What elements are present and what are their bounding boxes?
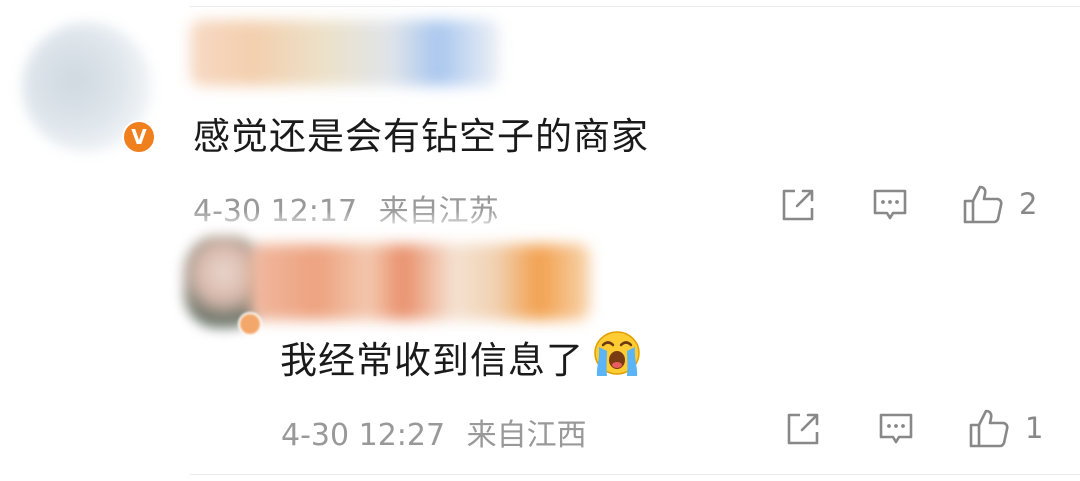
verified-badge: V xyxy=(122,120,156,154)
share-icon xyxy=(782,189,814,221)
comment-icon xyxy=(879,413,913,444)
comment-meta: 4-30 12:17 来自江苏 xyxy=(193,186,499,230)
like-button[interactable]: 2 xyxy=(961,182,1037,226)
comment-location: 来自江西 xyxy=(466,418,587,453)
comment-location: 来自江苏 xyxy=(378,194,499,229)
username[interactable] xyxy=(250,244,590,320)
share-button[interactable] xyxy=(778,183,818,227)
reply-button[interactable] xyxy=(870,183,910,227)
share-button[interactable] xyxy=(783,407,823,451)
comment-text: 感觉还是会有钻空子的商家 xyxy=(193,115,649,158)
crying-face-emoji xyxy=(590,329,644,388)
top-divider xyxy=(190,6,1080,7)
avatar-badge xyxy=(238,312,262,336)
reply-button[interactable] xyxy=(876,407,916,451)
like-icon xyxy=(963,185,1003,224)
comment-date: 4-30 12:27 xyxy=(281,418,446,453)
share-icon xyxy=(787,413,819,445)
like-count: 1 xyxy=(1025,411,1044,445)
bottom-divider xyxy=(190,474,1080,475)
like-button[interactable]: 1 xyxy=(967,406,1043,450)
comment-meta: 4-30 12:27 来自江西 xyxy=(281,410,587,454)
comment-text-content: 我经常收到信息了 xyxy=(280,339,584,382)
comment-date: 4-30 12:17 xyxy=(193,194,358,229)
like-count: 2 xyxy=(1019,187,1038,221)
like-icon xyxy=(969,409,1009,448)
comment-text: 我经常收到信息了 xyxy=(280,329,644,388)
username[interactable] xyxy=(190,20,500,86)
comment-icon xyxy=(873,189,907,220)
